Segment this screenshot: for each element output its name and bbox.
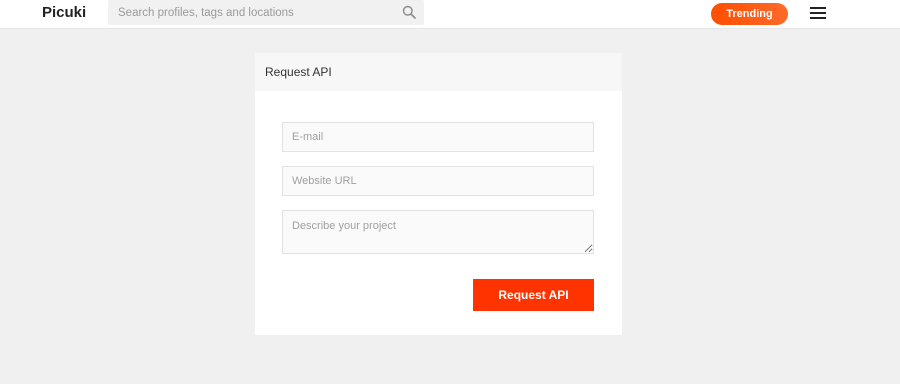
search-input[interactable] (108, 0, 424, 25)
card-title: Request API (265, 65, 332, 79)
request-api-button[interactable]: Request API (473, 279, 594, 311)
hamburger-menu-icon[interactable] (810, 7, 826, 21)
search-icon[interactable] (402, 5, 416, 19)
email-field[interactable] (282, 122, 594, 152)
project-description-field[interactable] (282, 210, 594, 254)
trending-button[interactable]: Trending (711, 3, 788, 25)
website-url-field[interactable] (282, 166, 594, 196)
top-bar: Picuki Trending (0, 0, 900, 29)
site-logo[interactable]: Picuki (42, 4, 86, 22)
request-api-card: Request API Request API (255, 53, 622, 335)
search-bar[interactable] (108, 0, 424, 25)
card-header: Request API (255, 53, 622, 91)
